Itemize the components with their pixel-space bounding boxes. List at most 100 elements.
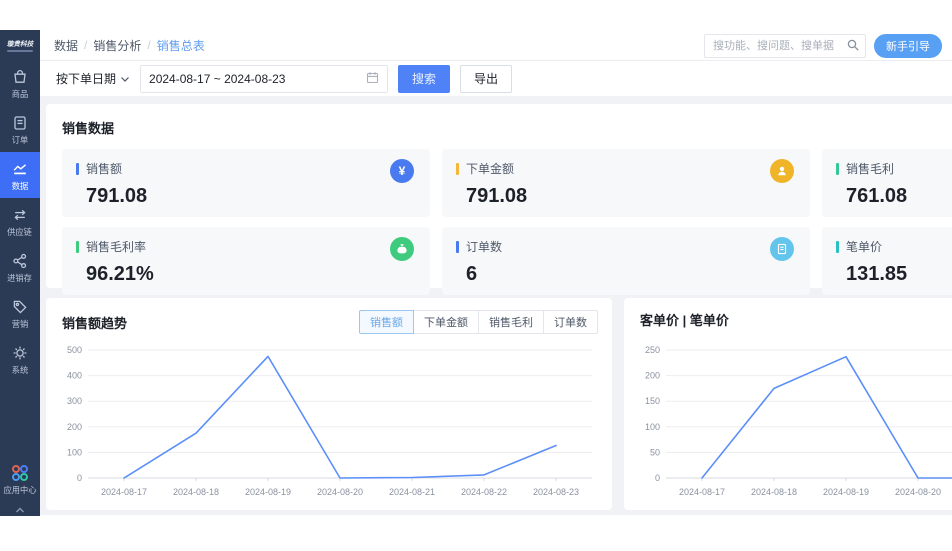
stats-grid: 销售额 ¥ 791.08 下单金额 791.08 销售毛利 761.08 销售毛… bbox=[62, 149, 952, 295]
svg-text:2024-08-21: 2024-08-21 bbox=[389, 487, 435, 497]
filter-bar: 按下单日期 2024-08-17 ~ 2024-08-23 搜索 导出 bbox=[40, 61, 952, 96]
stat-label: 销售毛利 bbox=[846, 162, 895, 176]
chevron-down-icon bbox=[120, 72, 130, 86]
sidebar-item-app-center[interactable]: 应用中心 bbox=[0, 455, 40, 502]
svg-text:2024-08-20: 2024-08-20 bbox=[895, 487, 941, 497]
global-search bbox=[704, 34, 866, 58]
stat-label: 下单金额 bbox=[466, 162, 515, 176]
sidebar-item-supply-chain[interactable]: 供应链 bbox=[0, 198, 40, 244]
logo-text: 璇贵科技 bbox=[6, 40, 34, 48]
stat-value: 791.08 bbox=[86, 185, 148, 207]
dashboard-page: 璇贵科技 商品 订单 数据 供应链 进销存 营销 系统 应用中心 数据 / 销售… bbox=[0, 0, 952, 551]
sidebar: 璇贵科技 商品 订单 数据 供应链 进销存 营销 系统 应用中心 bbox=[0, 30, 44, 516]
export-button[interactable]: 导出 bbox=[460, 64, 513, 93]
sidebar-item-data[interactable]: 数据 bbox=[0, 152, 44, 198]
tab-order-count[interactable]: 订单数 bbox=[543, 310, 598, 334]
person-icon bbox=[770, 159, 794, 183]
breadcrumb: 数据 / 销售分析 / 销售总表 bbox=[54, 37, 205, 54]
svg-text:400: 400 bbox=[67, 371, 82, 381]
search-icon[interactable] bbox=[846, 38, 860, 57]
app-center-icon bbox=[10, 463, 30, 483]
stat-label: 销售毛利率 bbox=[86, 240, 147, 254]
stat-card-per-order-price: 笔单价 131.85 bbox=[822, 227, 952, 295]
sidebar-item-label: 订单 bbox=[11, 135, 29, 145]
svg-text:100: 100 bbox=[645, 422, 660, 432]
tab-sales-amount[interactable]: 销售额 bbox=[359, 310, 414, 334]
stat-value: 791.08 bbox=[466, 185, 528, 207]
sidebar-item-orders[interactable]: 订单 bbox=[0, 106, 40, 152]
moneybag-icon bbox=[390, 237, 414, 261]
sidebar-item-label: 商品 bbox=[11, 89, 29, 99]
sales-trend-line-chart: 0 100 200 300 400 500 2024-08-17 2024-08-18 2024… bbox=[67, 345, 592, 497]
stat-label: 销售额 bbox=[86, 162, 123, 176]
svg-text:2024-08-17: 2024-08-17 bbox=[679, 487, 725, 497]
sidebar-item-system[interactable]: 系统 bbox=[0, 336, 40, 382]
supply-chain-icon bbox=[11, 206, 29, 224]
breadcrumb-item[interactable]: 销售分析 bbox=[93, 37, 141, 54]
svg-text:250: 250 bbox=[645, 345, 660, 355]
sales-trend-chart-panel: 销售额趋势 销售额 下单金额 销售毛利 订单数 0 100 200 300 400 500… bbox=[46, 298, 612, 510]
svg-text:2024-08-19: 2024-08-19 bbox=[823, 487, 869, 497]
accent-bar bbox=[456, 240, 459, 253]
tab-order-amount[interactable]: 下单金额 bbox=[413, 310, 479, 334]
header-right: 新手引导 bbox=[704, 34, 942, 58]
date-range-value: 2024-08-17 ~ 2024-08-23 bbox=[149, 71, 286, 86]
svg-text:0: 0 bbox=[655, 473, 660, 483]
search-input[interactable] bbox=[704, 34, 866, 58]
accent-bar bbox=[836, 240, 839, 253]
svg-text:2024-08-18: 2024-08-18 bbox=[173, 487, 219, 497]
search-button[interactable]: 搜索 bbox=[398, 64, 451, 93]
stat-card-sales-amount: 销售额 ¥ 791.08 bbox=[62, 149, 430, 217]
date-range-input[interactable]: 2024-08-17 ~ 2024-08-23 bbox=[140, 64, 389, 93]
chart-title: 销售额趋势 bbox=[62, 315, 128, 331]
stat-value: 761.08 bbox=[846, 185, 908, 207]
svg-text:2024-08-23: 2024-08-23 bbox=[533, 487, 579, 497]
sidebar-item-label: 应用中心 bbox=[3, 485, 37, 495]
stat-card-order-amount: 下单金额 791.08 bbox=[442, 149, 810, 217]
stat-value: 96.21% bbox=[86, 263, 154, 285]
unit-price-line-chart: 0 50 100 150 200 250 2024-08-17 2024-08-18 2024-… bbox=[645, 345, 952, 497]
stat-card-order-count: 订单数 6 bbox=[442, 227, 810, 295]
date-type-label: 按下单日期 bbox=[56, 72, 117, 86]
stat-label: 笔单价 bbox=[846, 240, 883, 254]
unit-price-chart-panel: 客单价 | 笔单价 0 50 100 150 200 250 2024-08-17 2024-… bbox=[624, 298, 952, 510]
sales-data-panel: 销售数据 销售额 ¥ 791.08 下单金额 791.08 销售毛利 761.0… bbox=[46, 104, 952, 295]
beginner-guide-button[interactable]: 新手引导 bbox=[874, 34, 942, 58]
gear-icon bbox=[11, 344, 29, 362]
svg-text:50: 50 bbox=[650, 447, 660, 457]
sidebar-item-inventory[interactable]: 进销存 bbox=[0, 244, 40, 290]
logo: 璇贵科技 bbox=[0, 30, 40, 60]
svg-text:2024-08-22: 2024-08-22 bbox=[461, 487, 507, 497]
svg-text:2024-08-19: 2024-08-19 bbox=[245, 487, 291, 497]
breadcrumb-separator: / bbox=[147, 38, 151, 52]
tab-gross-profit[interactable]: 销售毛利 bbox=[478, 310, 544, 334]
sidebar-item-marketing[interactable]: 营销 bbox=[0, 290, 40, 336]
svg-text:500: 500 bbox=[67, 345, 82, 355]
svg-text:300: 300 bbox=[67, 396, 82, 406]
breadcrumb-item[interactable]: 数据 bbox=[54, 37, 78, 54]
svg-text:2024-08-18: 2024-08-18 bbox=[751, 487, 797, 497]
sidebar-item-products[interactable]: 商品 bbox=[0, 60, 40, 106]
section-title: 销售数据 bbox=[62, 121, 115, 136]
sidebar-item-label: 供应链 bbox=[7, 227, 33, 237]
sidebar-item-label: 系统 bbox=[11, 365, 29, 375]
svg-text:2024-08-17: 2024-08-17 bbox=[101, 487, 147, 497]
breadcrumb-current: 销售总表 bbox=[156, 38, 205, 53]
sidebar-collapse-button[interactable] bbox=[0, 504, 40, 516]
logo-subtext-bar bbox=[7, 49, 33, 52]
stat-value: 131.85 bbox=[846, 263, 908, 285]
sidebar-item-label: 数据 bbox=[11, 181, 29, 191]
stat-value: 6 bbox=[466, 263, 478, 285]
accent-bar bbox=[76, 162, 79, 175]
chart-line-icon bbox=[11, 160, 29, 178]
svg-text:150: 150 bbox=[645, 396, 660, 406]
svg-text:200: 200 bbox=[67, 422, 82, 432]
svg-text:100: 100 bbox=[67, 447, 82, 457]
content-area: 销售数据 销售额 ¥ 791.08 下单金额 791.08 销售毛利 761.0… bbox=[40, 96, 952, 515]
sidebar-item-label: 进销存 bbox=[7, 273, 33, 283]
date-type-select[interactable]: 按下单日期 bbox=[56, 70, 130, 87]
chart-title: 客单价 | 笔单价 bbox=[640, 313, 729, 328]
stat-card-gross-profit: 销售毛利 761.08 bbox=[822, 149, 952, 217]
svg-text:0: 0 bbox=[77, 473, 82, 483]
header: 数据 / 销售分析 / 销售总表 新手引导 bbox=[40, 30, 952, 61]
